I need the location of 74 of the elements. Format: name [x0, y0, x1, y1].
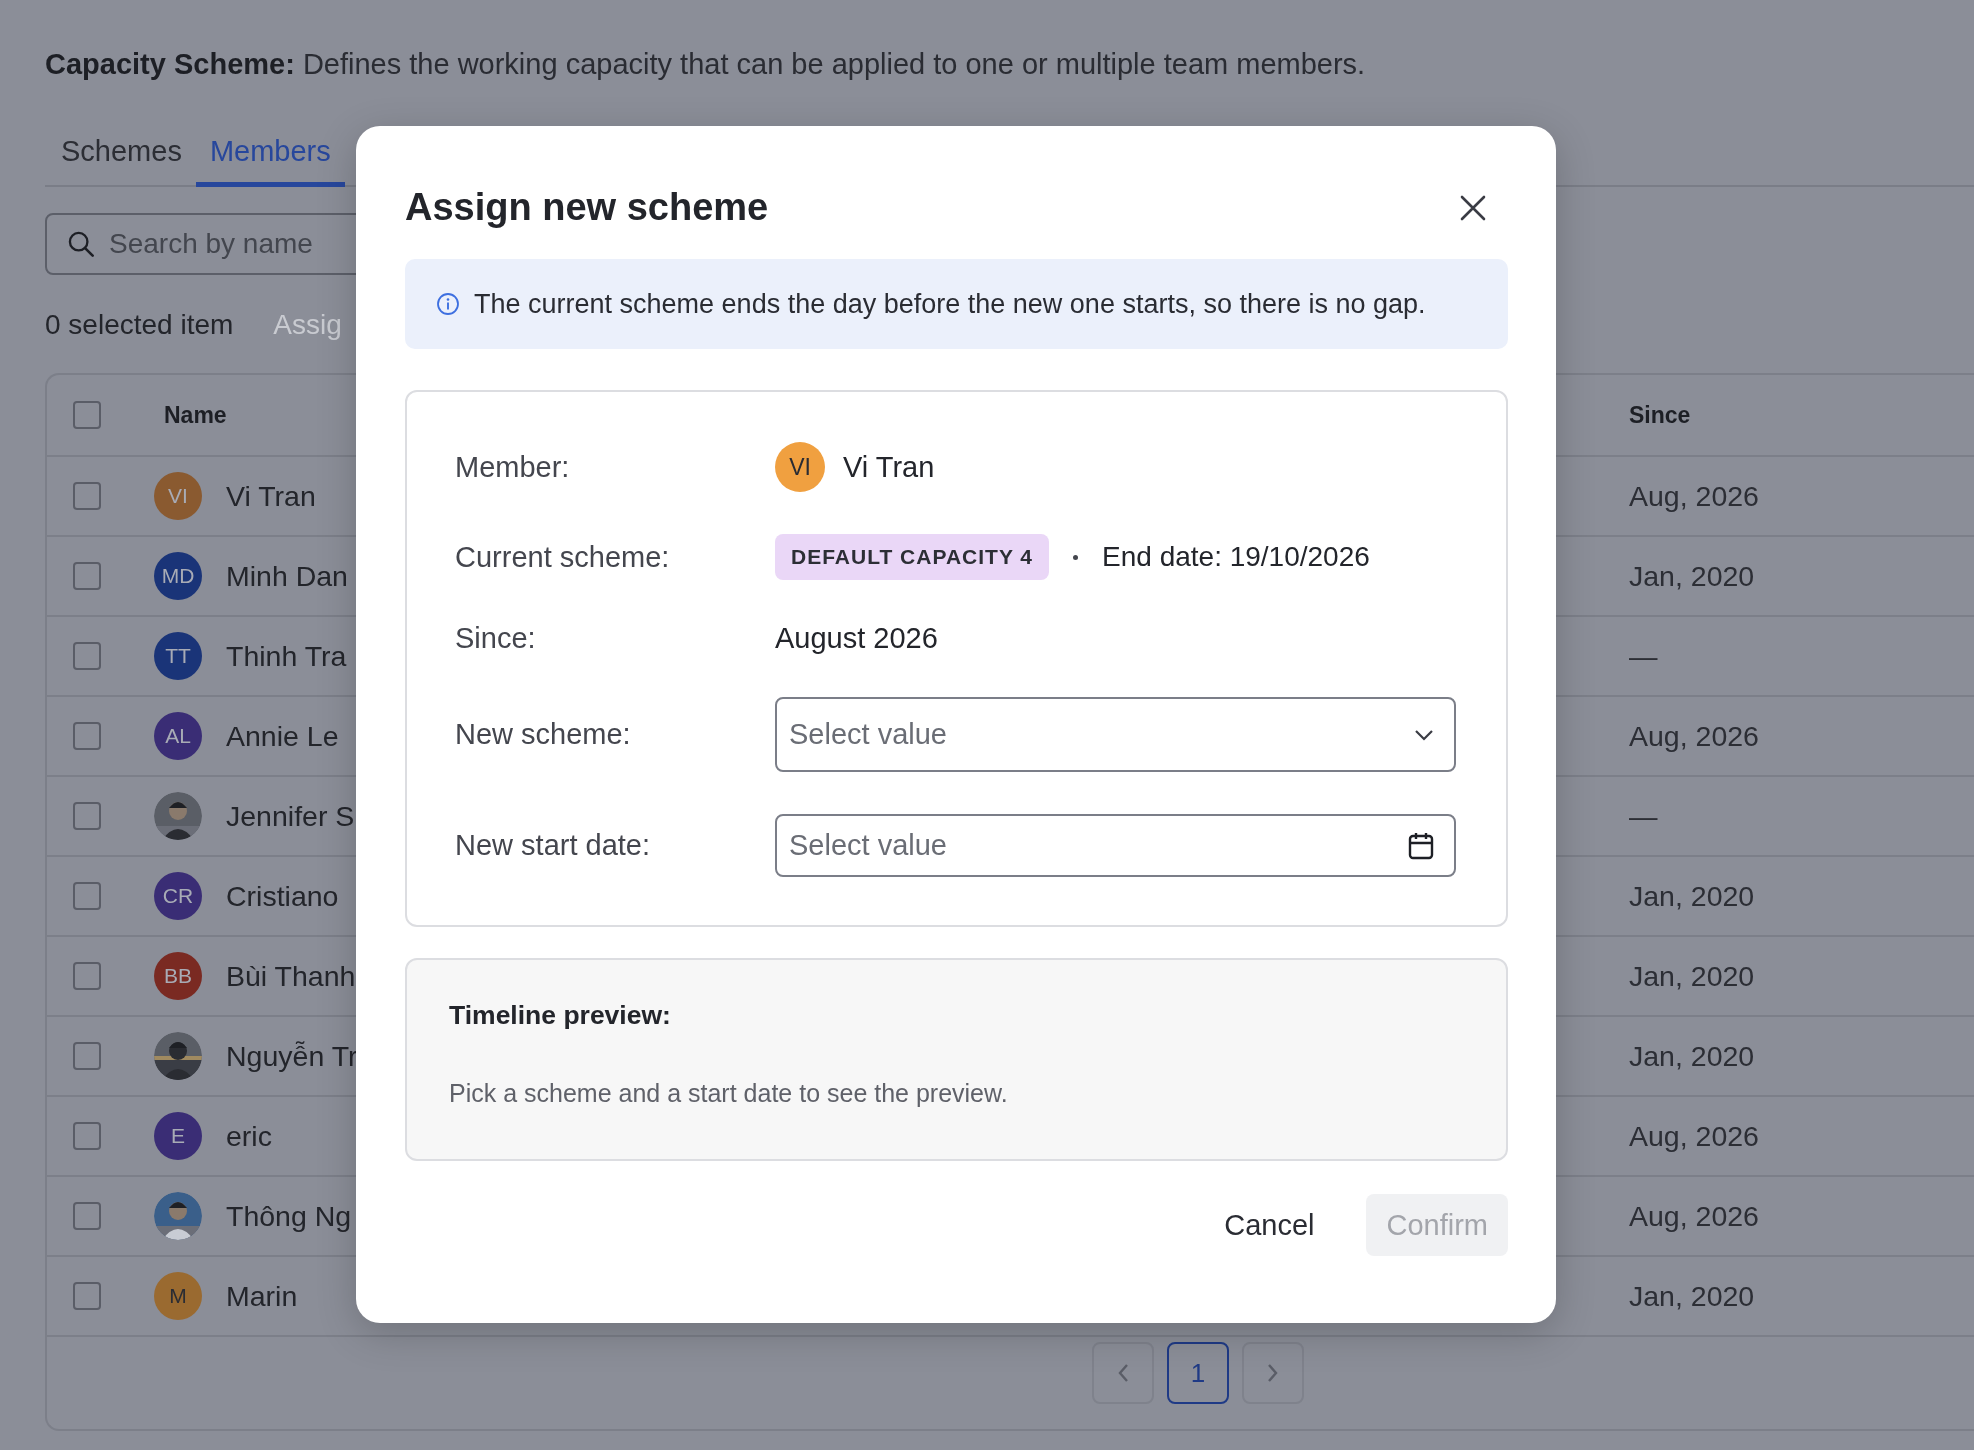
since-date: Jan, 2020 [1629, 879, 1755, 912]
avatar: TT [154, 632, 202, 680]
member-name: Minh Dan [226, 559, 348, 593]
since-date: Jan, 2020 [1629, 959, 1755, 992]
info-icon [436, 292, 460, 316]
checkbox[interactable] [73, 1122, 101, 1150]
member-name: Nguyễn Tr [226, 1039, 358, 1073]
since-date: Aug, 2026 [1629, 1199, 1759, 1232]
avatar: CR [154, 872, 202, 920]
since-date: — [1629, 799, 1658, 832]
info-text: The current scheme ends the day before the new one starts, so there is no gap. [474, 288, 1426, 320]
date-field[interactable]: Select value [775, 814, 1456, 877]
avatar: VI [775, 442, 825, 492]
checkbox[interactable] [73, 401, 101, 429]
cancel-button[interactable]: Cancel [1204, 1194, 1335, 1256]
avatar: AL [154, 712, 202, 760]
since-date: Jan, 2020 [1629, 559, 1755, 592]
separator-dot [1073, 554, 1079, 560]
member-name: Vi Tran [226, 479, 316, 513]
field-label: New scheme: [455, 718, 632, 751]
next-page-button[interactable] [1242, 1342, 1304, 1404]
avatar: M [154, 1272, 202, 1320]
empty-state-text: Pick a scheme and a start date to see the preview. [449, 1079, 1009, 1108]
avatar: BB [154, 952, 202, 1000]
checkbox[interactable] [73, 1282, 101, 1310]
member-name: Thinh Tra [226, 639, 347, 673]
member-name: Thông Ng [226, 1199, 352, 1233]
page-button[interactable]: 1 [1167, 1342, 1229, 1404]
checkbox[interactable] [73, 482, 101, 510]
member-name: Bùi Thanh [226, 959, 356, 993]
since-date: Aug, 2026 [1629, 719, 1759, 752]
member-name: Annie Le [226, 719, 339, 753]
page-description: Capacity Scheme: Defines the working capacity that can be applied to one or multiple team members. [45, 48, 1367, 81]
since-date: Aug, 2026 [1629, 1119, 1759, 1152]
checkbox[interactable] [73, 962, 101, 990]
chevron-left-icon [1116, 1362, 1130, 1384]
selection-count: 0 selected item [45, 309, 234, 341]
checkbox[interactable] [73, 1042, 101, 1070]
field-label: Current scheme: [455, 540, 671, 574]
avatar: MD [154, 552, 202, 600]
calendar-icon [1408, 831, 1434, 860]
member-name: eric [226, 1119, 272, 1153]
scheme-tag: DEFAULT CAPACITY 4 [775, 534, 1050, 580]
tab[interactable]: Members [195, 129, 345, 187]
chevron-down-icon [1414, 728, 1434, 741]
end-date: End date: 19/10/2026 [1102, 541, 1370, 573]
since-value: August 2026 [775, 622, 938, 655]
field-label: New start date: [455, 829, 652, 862]
member-name: Marin [226, 1279, 298, 1313]
since-date: Jan, 2020 [1629, 1039, 1755, 1072]
checkbox[interactable] [73, 562, 101, 590]
since-date: — [1629, 639, 1658, 672]
column-header: Name [163, 401, 227, 428]
field-label: Since: [455, 622, 537, 655]
tab[interactable]: Schemes [47, 129, 196, 187]
avatar: VI [154, 472, 202, 520]
checkbox[interactable] [73, 802, 101, 830]
checkbox[interactable] [73, 642, 101, 670]
scheme-select[interactable]: Select value [775, 697, 1456, 772]
search-icon [67, 230, 95, 258]
previous-page-button[interactable] [1092, 1342, 1154, 1404]
checkbox[interactable] [73, 1202, 101, 1230]
panel-title: Timeline preview: [449, 1000, 672, 1031]
since-date: Jan, 2020 [1629, 1279, 1755, 1312]
checkbox[interactable] [73, 722, 101, 750]
field-label: Member: [455, 450, 571, 484]
column-header: Since [1629, 401, 1691, 428]
checkbox[interactable] [73, 882, 101, 910]
chevron-right-icon [1266, 1362, 1280, 1384]
member-name: Jennifer S [226, 799, 355, 833]
since-date: Aug, 2026 [1629, 479, 1759, 512]
member-name: Cristiano [226, 879, 339, 913]
member-name: Vi Tran [843, 450, 935, 484]
avatar: E [154, 1112, 202, 1160]
